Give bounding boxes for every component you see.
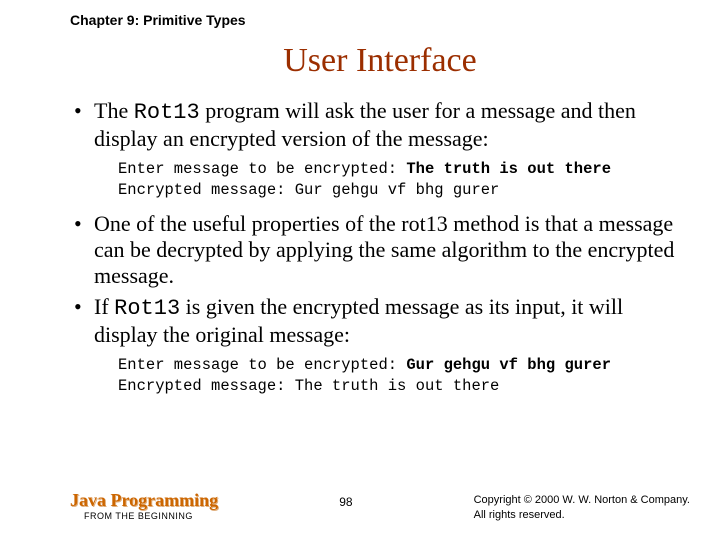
text: One of the useful properties of the rot1… (94, 211, 674, 289)
inline-code: Rot13 (114, 296, 180, 321)
prompt-label: Enter message to be encrypted: (118, 356, 406, 374)
page-number: 98 (339, 495, 352, 509)
code-block-2: Enter message to be encrypted: Gur gehgu… (118, 355, 690, 397)
user-input: Gur gehgu vf bhg gurer (406, 356, 611, 374)
bullet-3: If Rot13 is given the encrypted message … (70, 294, 690, 397)
bullet-1: The Rot13 program will ask the user for … (70, 98, 690, 201)
text: If (94, 294, 114, 319)
code-block-1: Enter message to be encrypted: The truth… (118, 159, 690, 201)
copyright: Copyright © 2000 W. W. Norton & Company.… (474, 493, 690, 522)
bullet-list: The Rot13 program will ask the user for … (70, 98, 690, 396)
brand-block: Java Programming FROM THE BEGINNING (70, 491, 218, 521)
prompt-label: Enter message to be encrypted: (118, 160, 406, 178)
footer: Java Programming FROM THE BEGINNING 98 C… (70, 491, 690, 522)
brand-subtitle: FROM THE BEGINNING (84, 511, 218, 521)
copyright-line-1: Copyright © 2000 W. W. Norton & Company. (474, 493, 690, 507)
inline-code: Rot13 (134, 100, 200, 125)
output-line: Encrypted message: Gur gehgu vf bhg gure… (118, 181, 499, 199)
output-line: Encrypted message: The truth is out ther… (118, 377, 499, 395)
copyright-line-2: All rights reserved. (474, 508, 690, 522)
chapter-label: Chapter 9: Primitive Types (70, 12, 690, 28)
slide-title: User Interface (70, 42, 690, 80)
slide: Chapter 9: Primitive Types User Interfac… (0, 0, 720, 540)
user-input: The truth is out there (406, 160, 611, 178)
text: The (94, 98, 134, 123)
brand-title: Java Programming (70, 491, 218, 509)
bullet-2: One of the useful properties of the rot1… (70, 211, 690, 290)
